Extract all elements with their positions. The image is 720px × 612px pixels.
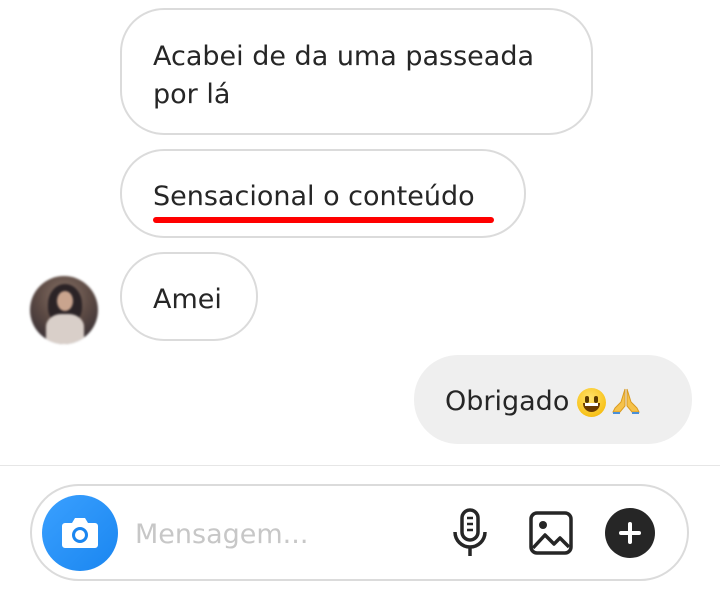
camera-icon: [62, 518, 98, 548]
chat-screen: Acabei de da uma passeada por lá Sensaci…: [0, 0, 720, 612]
message-composer: [30, 484, 689, 581]
gallery-button[interactable]: [528, 510, 574, 556]
message-input[interactable]: [135, 516, 415, 552]
divider: [0, 465, 720, 466]
red-underline-annotation: [153, 217, 494, 223]
grinning-face-emoji-icon: [577, 388, 607, 417]
message-text: Amei: [153, 284, 222, 315]
message-text: Acabei de da uma passeada por lá: [153, 41, 535, 110]
message-bubble-sent[interactable]: Obrigado: [414, 355, 692, 444]
message-text: Sensacional o conteúdo: [153, 181, 475, 212]
message-text: Obrigado: [445, 386, 570, 417]
microphone-icon: [453, 508, 487, 556]
folded-hands-emoji-icon: [611, 386, 641, 425]
message-bubble-received[interactable]: Amei: [120, 252, 258, 341]
camera-button[interactable]: [42, 495, 118, 571]
avatar[interactable]: [30, 276, 98, 344]
microphone-button[interactable]: [450, 508, 490, 558]
message-bubble-received[interactable]: Sensacional o conteúdo: [120, 149, 526, 238]
message-bubble-received[interactable]: Acabei de da uma passeada por lá: [120, 8, 593, 135]
gallery-icon: [529, 511, 573, 555]
plus-button[interactable]: [605, 508, 655, 558]
